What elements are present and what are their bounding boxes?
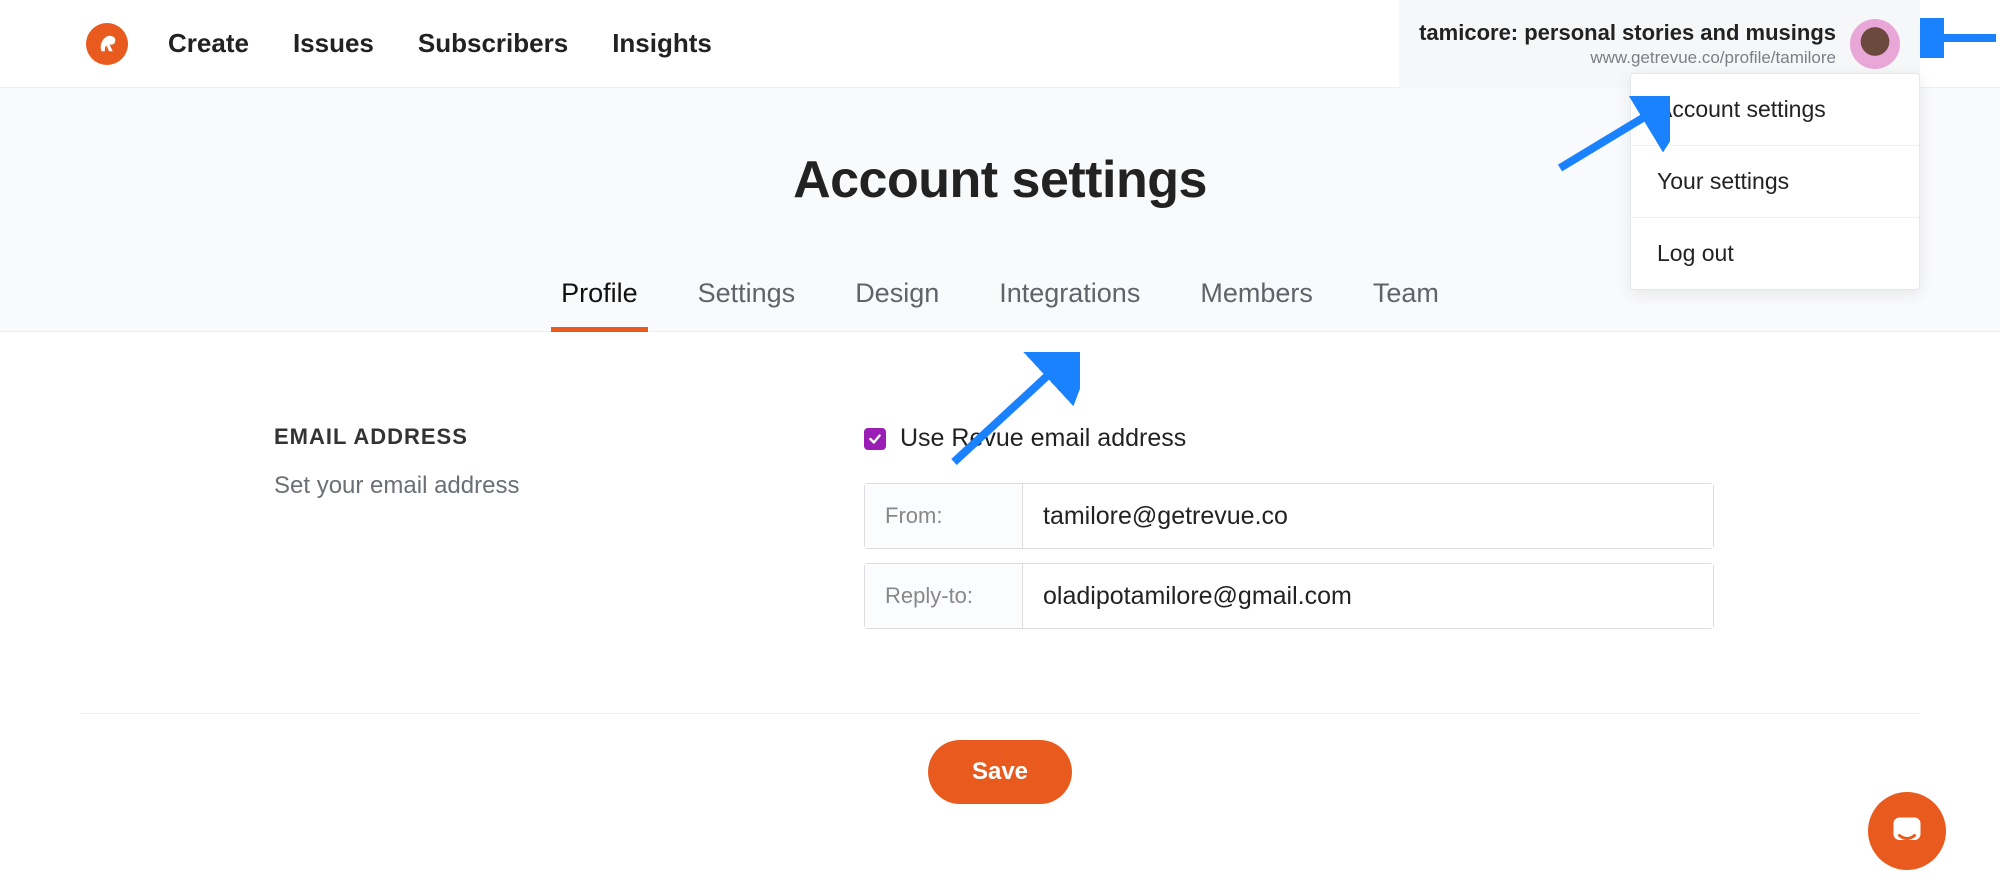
profile-url: www.getrevue.co/profile/tamilore — [1419, 48, 1836, 68]
annotation-arrow-integrations — [940, 352, 1080, 472]
chat-bubble-icon — [1889, 813, 1925, 849]
nav-insights[interactable]: Insights — [612, 28, 712, 59]
tab-members[interactable]: Members — [1200, 278, 1313, 331]
profile-menu: Account settings Your settings Log out — [1630, 73, 1920, 290]
annotation-arrow-avatar — [1920, 18, 2000, 58]
tab-profile[interactable]: Profile — [561, 278, 638, 331]
tab-design[interactable]: Design — [855, 278, 939, 331]
from-label: From: — [865, 484, 1023, 548]
revue-logo-icon — [94, 31, 120, 57]
nav-subscribers[interactable]: Subscribers — [418, 28, 568, 59]
section-divider — [80, 713, 1920, 714]
revue-logo[interactable] — [86, 23, 128, 65]
nav-issues[interactable]: Issues — [293, 28, 374, 59]
nav-links: Create Issues Subscribers Insights — [168, 28, 712, 59]
use-revue-email-checkbox[interactable] — [864, 428, 886, 450]
menu-your-settings[interactable]: Your settings — [1631, 146, 1919, 218]
nav-create[interactable]: Create — [168, 28, 249, 59]
tab-team[interactable]: Team — [1373, 278, 1439, 331]
checkmark-icon — [868, 432, 882, 446]
annotation-arrow-menu — [1550, 96, 1670, 176]
replyto-label: Reply-to: — [865, 564, 1023, 628]
profile-text: tamicore: personal stories and musings w… — [1419, 20, 1836, 68]
tab-integrations[interactable]: Integrations — [999, 278, 1140, 331]
from-input[interactable] — [1023, 484, 1713, 548]
replyto-input[interactable] — [1023, 564, 1713, 628]
email-sub: Set your email address — [274, 472, 864, 500]
email-heading: EMAIL ADDRESS — [274, 424, 864, 450]
menu-account-settings[interactable]: Account settings — [1631, 74, 1919, 146]
profile-title: tamicore: personal stories and musings — [1419, 20, 1836, 46]
email-section-left: EMAIL ADDRESS Set your email address — [274, 424, 864, 643]
tab-settings[interactable]: Settings — [698, 278, 796, 331]
replyto-field-row: Reply-to: — [864, 563, 1714, 629]
intercom-launcher[interactable] — [1868, 792, 1946, 870]
save-wrap: Save — [0, 740, 2000, 804]
from-field-row: From: — [864, 483, 1714, 549]
menu-log-out[interactable]: Log out — [1631, 218, 1919, 289]
avatar[interactable] — [1850, 19, 1900, 69]
save-button[interactable]: Save — [928, 740, 1072, 804]
